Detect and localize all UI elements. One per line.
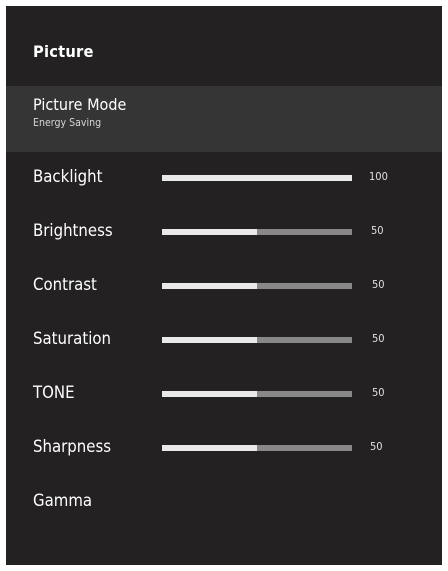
brightness-slider[interactable] <box>162 229 352 235</box>
tone-label: TONE <box>33 383 75 403</box>
contrast-slider[interactable] <box>162 283 352 289</box>
backlight-slider[interactable] <box>162 175 352 181</box>
saturation-item[interactable]: Saturation 50 <box>6 319 442 359</box>
sharpness-slider-fill <box>162 445 257 451</box>
tone-slider-fill <box>162 391 257 397</box>
contrast-slider-fill <box>162 283 257 289</box>
picture-settings-panel: Picture Picture Mode Energy Saving Backl… <box>6 6 442 565</box>
saturation-slider[interactable] <box>162 337 352 343</box>
contrast-item[interactable]: Contrast 50 <box>6 265 442 305</box>
sharpness-item[interactable]: Sharpness 50 <box>6 427 442 467</box>
sharpness-label: Sharpness <box>33 437 112 457</box>
picture-mode-item[interactable]: Picture Mode Energy Saving <box>6 86 442 152</box>
picture-mode-label: Picture Mode <box>33 95 127 114</box>
contrast-label: Contrast <box>33 275 97 295</box>
sharpness-slider[interactable] <box>162 445 352 451</box>
contrast-value: 50 <box>372 278 385 291</box>
saturation-value: 50 <box>372 332 385 345</box>
brightness-item[interactable]: Brightness 50 <box>6 211 442 251</box>
brightness-label: Brightness <box>33 221 113 241</box>
gamma-label: Gamma <box>33 491 93 511</box>
tone-value: 50 <box>372 386 385 399</box>
backlight-label: Backlight <box>33 167 103 187</box>
backlight-item[interactable]: Backlight 100 <box>6 157 442 197</box>
saturation-label: Saturation <box>33 329 111 349</box>
sharpness-value: 50 <box>370 440 383 453</box>
backlight-value: 100 <box>369 170 388 183</box>
saturation-slider-fill <box>162 337 257 343</box>
gamma-item[interactable]: Gamma <box>6 481 442 521</box>
tone-slider[interactable] <box>162 391 352 397</box>
brightness-slider-fill <box>162 229 257 235</box>
tone-item[interactable]: TONE 50 <box>6 373 442 413</box>
page-title: Picture <box>33 42 94 61</box>
backlight-slider-fill <box>162 175 352 181</box>
brightness-value: 50 <box>371 224 384 237</box>
picture-mode-value: Energy Saving <box>33 117 102 129</box>
